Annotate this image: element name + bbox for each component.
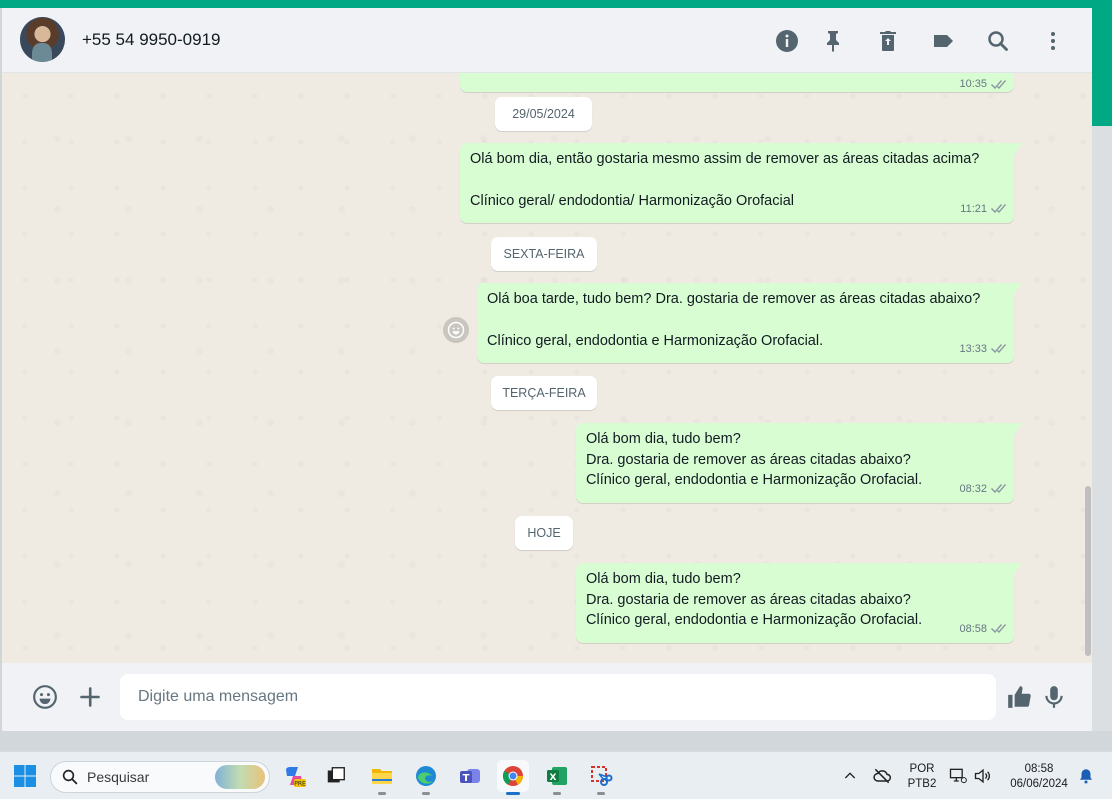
search-label: Pesquisar bbox=[87, 769, 150, 785]
double-check-icon bbox=[991, 624, 1006, 634]
app-accent-bar bbox=[0, 0, 1112, 8]
clock-date: 06/06/2024 bbox=[1010, 778, 1068, 790]
message-meta: 08:32 bbox=[959, 479, 1006, 500]
snipping-tool-icon[interactable] bbox=[585, 760, 617, 795]
chrome-icon[interactable] bbox=[497, 760, 529, 795]
thumbs-up-icon[interactable] bbox=[1004, 682, 1034, 712]
reaction-emoji-icon[interactable] bbox=[443, 317, 469, 343]
notification-bell-icon[interactable] bbox=[1074, 760, 1098, 792]
message-meta: 13:33 bbox=[959, 339, 1006, 360]
message-text: Clínico geral/ endodontia/ Harmonização … bbox=[470, 192, 795, 209]
svg-text:PRE: PRE bbox=[294, 781, 306, 788]
double-check-icon bbox=[991, 484, 1006, 494]
message-input[interactable] bbox=[120, 674, 996, 720]
taskbar-search[interactable]: Pesquisar bbox=[50, 761, 270, 793]
message-time: 10:35 bbox=[959, 78, 987, 90]
date-chip: SEXTA-FEIRA bbox=[491, 237, 597, 271]
search-icon[interactable] bbox=[985, 28, 1011, 54]
chat-header[interactable]: +55 54 9950-0919 bbox=[2, 8, 1092, 73]
pin-icon[interactable] bbox=[820, 28, 846, 54]
message-meta: 10:35 bbox=[959, 78, 1006, 90]
double-check-icon bbox=[991, 79, 1006, 89]
search-icon bbox=[62, 769, 78, 785]
message-bubble-partial[interactable]: 10:35 bbox=[460, 73, 1014, 92]
file-explorer-icon[interactable] bbox=[366, 760, 398, 795]
double-check-icon bbox=[991, 344, 1006, 354]
message-bubble[interactable]: Olá bom dia, tudo bem? Dra. gostaria de … bbox=[576, 423, 1022, 503]
windows-taskbar: Pesquisar PRE T X POR PTB2 08:58 06/06/2… bbox=[0, 751, 1112, 799]
app-running-indicator bbox=[422, 792, 430, 795]
message-text: Clínico geral, endodontia e Harmonização… bbox=[586, 612, 923, 628]
window-edge-accent bbox=[1092, 8, 1112, 126]
info-icon[interactable] bbox=[774, 28, 800, 54]
double-check-icon bbox=[991, 204, 1006, 214]
clock[interactable]: 08:58 06/06/2024 bbox=[1000, 762, 1078, 792]
windows-start-icon[interactable] bbox=[9, 760, 41, 792]
message-time: 13:33 bbox=[959, 342, 987, 355]
input-language-indicator[interactable]: POR PTB2 bbox=[904, 762, 940, 792]
message-text: Dra. gostaria de remover as áreas citada… bbox=[586, 451, 911, 468]
search-highlight-art bbox=[215, 765, 265, 789]
task-view-icon[interactable] bbox=[320, 760, 352, 792]
svg-text:X: X bbox=[550, 773, 557, 783]
message-text: Olá boa tarde, tudo bem? Dra. gostaria d… bbox=[487, 291, 981, 307]
volume-icon[interactable] bbox=[970, 760, 996, 792]
microphone-icon[interactable] bbox=[1039, 682, 1069, 712]
svg-text:T: T bbox=[463, 773, 470, 784]
chevron-up-icon[interactable] bbox=[836, 760, 864, 792]
emoji-icon[interactable] bbox=[30, 682, 60, 712]
message-meta: 08:58 bbox=[959, 619, 1006, 640]
message-list[interactable]: 10:35 29/05/2024 Olá bom dia, então gost… bbox=[2, 73, 1092, 663]
message-meta: 11:21 bbox=[960, 199, 1006, 220]
message-text: Olá bom dia, então gostaria mesmo assim … bbox=[470, 151, 980, 167]
message-text: Olá bom dia, tudo bem? bbox=[586, 431, 741, 447]
date-chip: 29/05/2024 bbox=[495, 97, 592, 131]
app-active-indicator bbox=[506, 792, 520, 795]
message-composer bbox=[2, 663, 1092, 731]
app-running-indicator bbox=[378, 792, 386, 795]
app-running-indicator bbox=[597, 792, 605, 795]
scrollbar-thumb[interactable] bbox=[1085, 486, 1091, 656]
cloud-offline-icon[interactable] bbox=[868, 760, 896, 792]
message-text: Clínico geral, endodontia e Harmonização… bbox=[586, 472, 923, 488]
message-text: Dra. gostaria de remover as áreas citada… bbox=[586, 591, 911, 608]
language-code: POR bbox=[909, 763, 935, 775]
network-icon[interactable] bbox=[945, 760, 971, 792]
label-icon[interactable] bbox=[930, 28, 956, 54]
attach-plus-icon[interactable] bbox=[75, 682, 105, 712]
window-edge bbox=[1092, 126, 1112, 731]
delete-icon[interactable] bbox=[875, 28, 901, 54]
contact-avatar[interactable] bbox=[20, 17, 65, 62]
date-chip: TERÇA-FEIRA bbox=[491, 376, 597, 410]
message-bubble[interactable]: Olá bom dia, tudo bem? Dra. gostaria de … bbox=[576, 563, 1022, 643]
whatsapp-chat-window: +55 54 9950-0919 10:35 29/05/2024 Olá bo… bbox=[0, 8, 1092, 731]
message-text: Clínico geral, endodontia e Harmonização… bbox=[487, 332, 824, 349]
excel-icon[interactable]: X bbox=[541, 760, 573, 795]
teams-icon[interactable]: T bbox=[454, 760, 486, 792]
edge-browser-icon[interactable] bbox=[410, 760, 442, 795]
menu-icon[interactable] bbox=[1040, 28, 1066, 54]
copilot-icon[interactable]: PRE bbox=[278, 760, 310, 792]
message-text: Olá bom dia, tudo bem? bbox=[586, 571, 741, 587]
clock-time: 08:58 bbox=[1024, 763, 1054, 775]
contact-name[interactable]: +55 54 9950-0919 bbox=[82, 30, 221, 50]
message-time: 08:32 bbox=[959, 482, 987, 495]
message-time: 08:58 bbox=[959, 622, 987, 635]
message-bubble[interactable]: Olá bom dia, então gostaria mesmo assim … bbox=[460, 143, 1022, 223]
app-running-indicator bbox=[553, 792, 561, 795]
date-chip: HOJE bbox=[515, 516, 573, 550]
keyboard-layout: PTB2 bbox=[907, 778, 937, 790]
message-bubble[interactable]: Olá boa tarde, tudo bem? Dra. gostaria d… bbox=[477, 283, 1022, 363]
message-time: 11:21 bbox=[960, 202, 987, 215]
